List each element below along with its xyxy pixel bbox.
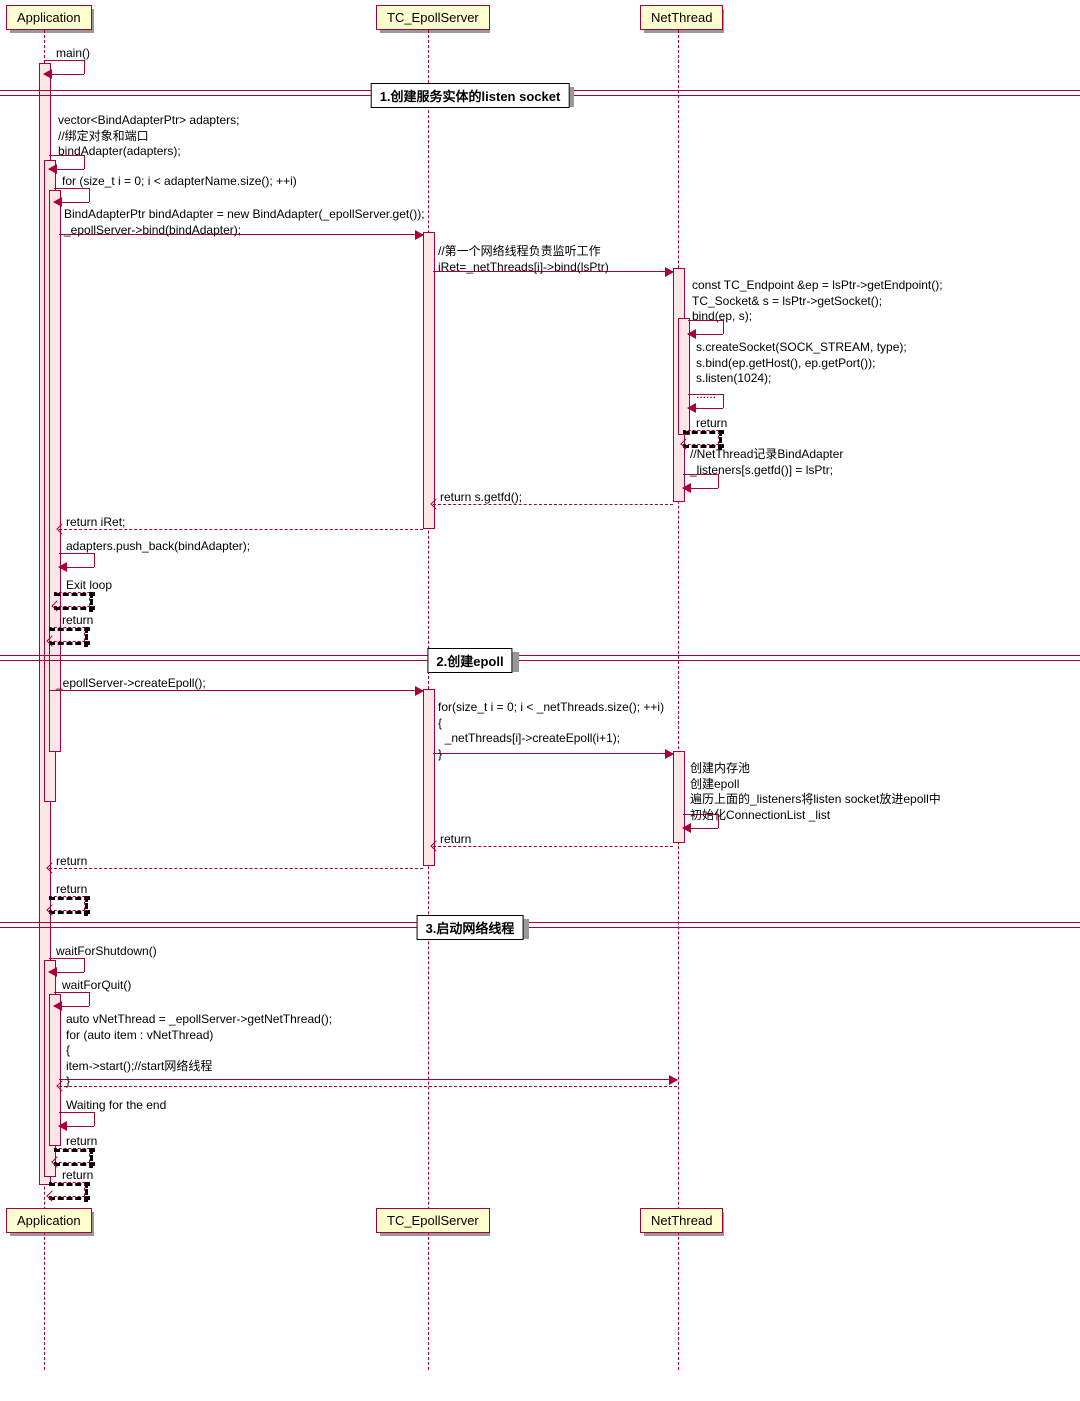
divider-3: 3.启动网络线程 [417,915,524,940]
msg-waitforquit: waitForQuit() [62,978,131,994]
msg-listeners-record: //NetThread记录BindAdapter _listeners[s.ge… [690,447,843,478]
msg-return-7: return [62,1168,93,1184]
msg-return-4: return [56,854,87,870]
msg-getnetthread: auto vNetThread = _epollServer->getNetTh… [66,1012,332,1090]
participant-epollserver-bottom: TC_EpollServer [376,1208,490,1233]
lifeline-netthread [678,30,679,1370]
activation [423,232,435,529]
msg-return-2: return [62,613,93,629]
participant-netthread-top: NetThread [640,5,723,30]
divider-2: 2.创建epoll [427,648,512,673]
activation [423,689,435,866]
return-arrow [49,868,423,869]
msg-return-1: return [696,416,727,432]
msg-createsocket: s.createSocket(SOCK_STREAM, type); s.bin… [696,340,907,402]
sequence-diagram: Application TC_EpollServer NetThread mai… [0,0,1080,1401]
msg-bindadapter-new: BindAdapterPtr bindAdapter = new BindAda… [64,207,425,238]
msg-for-adapters: for (size_t i = 0; i < adapterName.size(… [62,174,297,190]
msg-create-mempool: 创建内存池 创建epoll 遍历上面的_listeners将listen soc… [690,761,941,823]
msg-endpoint: const TC_Endpoint &ep = lsPtr->getEndpoi… [692,278,943,325]
msg-return-3: return [440,832,471,848]
msg-waitforshutdown: waitForShutdown() [56,944,157,960]
msg-return-5: return [56,882,87,898]
msg-return-6: return [66,1134,97,1150]
msg-createepoll: _epollServer->createEpoll(); [56,676,206,692]
msg-main: main() [56,46,90,62]
participant-epollserver-top: TC_EpollServer [376,5,490,30]
msg-return-getfd: return s.getfd(); [440,490,522,506]
participant-application-bottom: Application [6,1208,92,1233]
msg-adapters-decl: vector<BindAdapterPtr> adapters; //绑定对象和… [58,113,239,160]
participant-application-top: Application [6,5,92,30]
activation [49,190,61,752]
divider-1: 1.创建服务实体的listen socket [371,83,570,108]
msg-netthreads-bind: //第一个网络线程负责监听工作 iRet=_netThreads[i]->bin… [438,244,609,275]
msg-waiting-end: Waiting for the end [66,1098,166,1114]
msg-for-netthreads: for(size_t i = 0; i < _netThreads.size()… [438,700,664,762]
participant-netthread-bottom: NetThread [640,1208,723,1233]
msg-push-back: adapters.push_back(bindAdapter); [66,539,250,555]
msg-return-iret: return iRet; [66,515,125,531]
msg-exit-loop: Exit loop [66,578,112,594]
